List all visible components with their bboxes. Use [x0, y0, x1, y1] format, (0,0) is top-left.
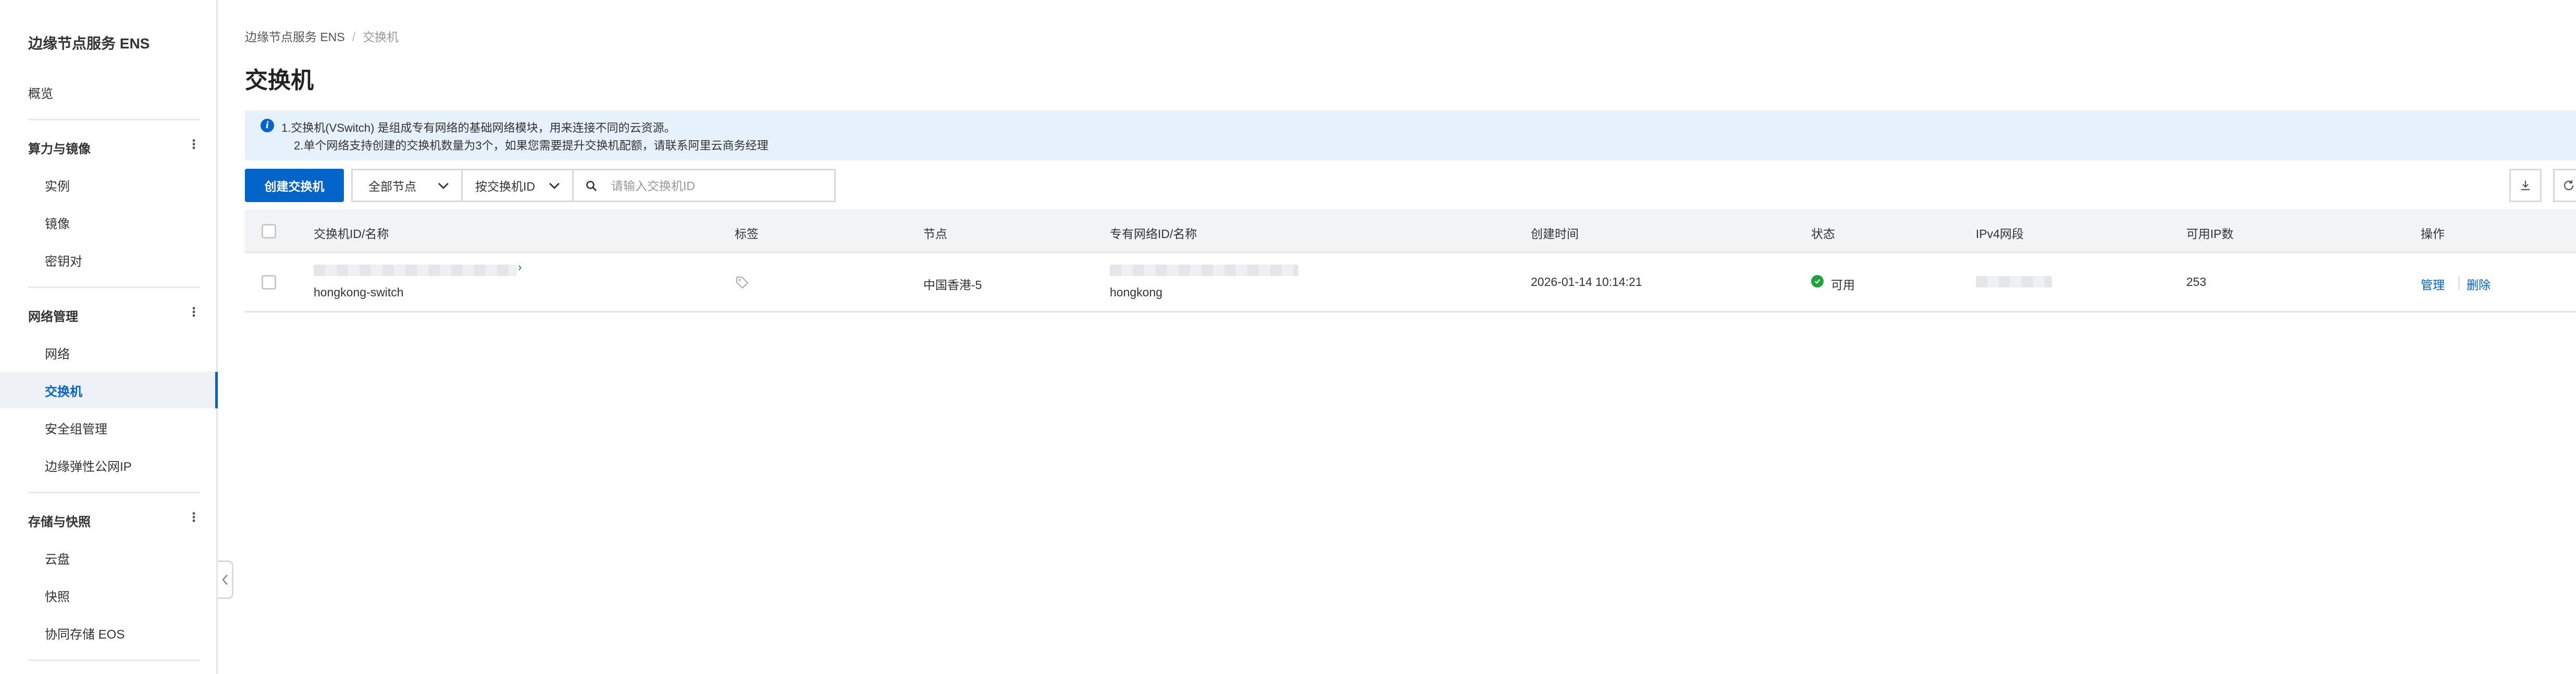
more-vertical-icon[interactable]: ⋮ [188, 306, 200, 319]
page-title: 交换机 [245, 68, 314, 93]
sidebar-group-label: 网络管理 [28, 310, 78, 324]
column-header-available-ips: 可用IP数 [2186, 227, 2234, 241]
sidebar-group-compute[interactable]: 算力与镜像 ⋮ [28, 139, 200, 159]
column-header-created[interactable]: 创建时间 [1531, 224, 1579, 242]
column-header-node: 节点 [923, 227, 947, 241]
breadcrumb: 边缘节点服务 ENS / 交换机 [245, 27, 399, 45]
vswitch-id-link-tail[interactable]: › [518, 260, 522, 274]
sidebar-group-label: 存储与快照 [28, 515, 91, 529]
available-ip-count: 253 [2186, 275, 2207, 289]
sidebar-divider [28, 119, 200, 120]
sidebar-item-disks[interactable]: 云盘 [45, 549, 70, 567]
sidebar-item-instances[interactable]: 实例 [45, 176, 70, 194]
delete-link[interactable]: 删除 [2467, 275, 2491, 293]
manage-link[interactable]: 管理 [2421, 275, 2445, 293]
column-header-actions: 操作 [2421, 227, 2445, 241]
sidebar-group-label: 算力与镜像 [28, 142, 91, 156]
select-all-checkbox[interactable] [262, 224, 276, 239]
column-header-vpc: 专有网络ID/名称 [1110, 227, 1197, 241]
vpc-name: hongkong [1110, 285, 1163, 299]
sidebar-item-overview[interactable]: 概览 [28, 83, 53, 102]
breadcrumb-root[interactable]: 边缘节点服务 ENS [245, 30, 345, 44]
refresh-icon [2563, 180, 2574, 191]
node-filter-select[interactable]: 全部节点 [351, 169, 463, 202]
sidebar-active-highlight [0, 372, 218, 408]
sidebar-collapse-button[interactable] [218, 560, 233, 599]
action-separator [2458, 276, 2460, 290]
download-icon [2521, 181, 2530, 191]
chevron-down-icon [549, 183, 560, 189]
status-text: 可用 [1831, 278, 1855, 292]
vswitch-name: hongkong-switch [314, 285, 404, 299]
breadcrumb-current: 交换机 [363, 30, 399, 44]
search-type-select[interactable]: 按交换机ID [461, 169, 574, 202]
refresh-button[interactable] [2553, 169, 2576, 202]
sidebar-divider [28, 492, 200, 493]
row-checkbox[interactable] [262, 275, 276, 290]
masked-ipv4-cidr [1976, 276, 2052, 288]
column-header-status: 状态 [1811, 227, 1835, 241]
notice-banner: i 1.交换机(VSwitch) 是组成专有网络的基础网络模块，用来连接不同的云… [245, 110, 2576, 160]
sidebar-divider [28, 659, 200, 661]
search-icon [586, 181, 597, 191]
sidebar-group-storage[interactable]: 存储与快照 ⋮ [28, 511, 200, 532]
info-icon: i [261, 119, 274, 132]
more-vertical-icon[interactable]: ⋮ [188, 511, 200, 524]
column-header-ipv4: IPv4网段 [1976, 227, 2024, 241]
column-header-tags: 标签 [735, 227, 759, 241]
masked-vswitch-id[interactable] [314, 265, 517, 276]
download-button[interactable] [2509, 169, 2542, 202]
sidebar-item-eos[interactable]: 协同存储 EOS [45, 624, 125, 642]
check-circle-icon [1811, 275, 1824, 288]
notice-line-1: 1.交换机(VSwitch) 是组成专有网络的基础网络模块，用来连接不同的云资源… [281, 121, 676, 134]
create-vswitch-button[interactable]: 创建交换机 [245, 169, 344, 202]
sidebar-item-snapshots[interactable]: 快照 [45, 586, 70, 605]
sidebar-active-indicator [215, 372, 218, 408]
sidebar-item-security-groups[interactable]: 安全组管理 [45, 419, 107, 437]
search-input[interactable] [610, 174, 826, 197]
breadcrumb-separator: / [352, 30, 356, 44]
sidebar-item-network[interactable]: 网络 [45, 344, 70, 362]
masked-vpc-id[interactable] [1110, 265, 1298, 276]
tag-icon[interactable] [735, 275, 749, 290]
sidebar-item-images[interactable]: 镜像 [45, 214, 70, 232]
search-field[interactable] [572, 169, 836, 202]
sidebar-title: 边缘节点服务 ENS [28, 35, 150, 52]
node-filter-value: 全部节点 [368, 180, 416, 193]
node-value: 中国香港-5 [923, 278, 982, 292]
table-header: 交换机ID/名称 标签 节点 专有网络ID/名称 创建时间 状态 IPv4网段 … [245, 209, 2576, 253]
sidebar-item-eip[interactable]: 边缘弹性公网IP [45, 456, 132, 475]
sidebar-group-network[interactable]: 网络管理 ⋮ [28, 306, 200, 327]
column-header-vswitch[interactable]: 交换机ID/名称 [314, 224, 389, 242]
sidebar-divider [28, 286, 200, 288]
sidebar-item-keypairs[interactable]: 密钥对 [45, 251, 82, 269]
sidebar: 边缘节点服务 ENS 概览 算力与镜像 ⋮ 实例 镜像 密钥对 网络管理 ⋮ 网… [0, 0, 218, 674]
sidebar-item-vswitch[interactable]: 交换机 [45, 381, 82, 400]
chevron-down-icon [438, 183, 449, 189]
search-type-value: 按交换机ID [475, 180, 535, 193]
more-vertical-icon[interactable]: ⋮ [188, 139, 200, 151]
chevron-left-icon [221, 575, 228, 585]
table-row: › hongkong-switch 中国香港-5 hongkong 2026-0… [245, 253, 2576, 313]
created-time: 2026-01-14 10:14:21 [1531, 275, 1642, 289]
notice-line-2: 2.单个网络支持创建的交换机数量为3个，如果您需要提升交换机配额，请联系阿里云商… [294, 139, 769, 152]
